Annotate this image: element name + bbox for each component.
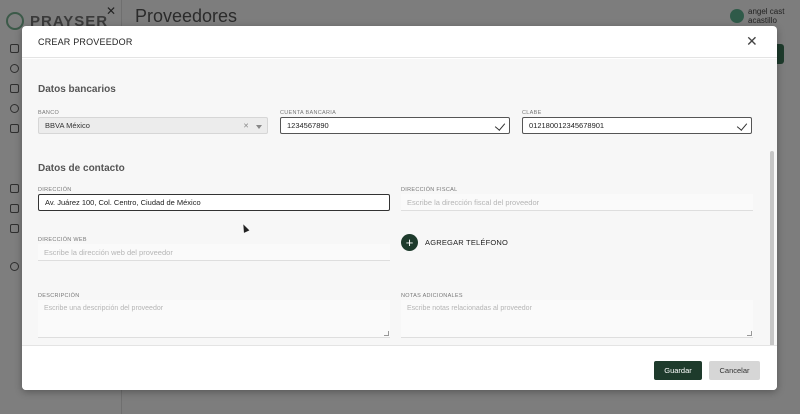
clear-icon[interactable]: ✕ — [243, 122, 249, 130]
plus-icon: + — [401, 234, 418, 251]
modal-header: CREAR PROVEEDOR ✕ — [22, 26, 777, 58]
fiscal-address-placeholder: Escribe la dirección fiscal del proveedo… — [407, 197, 540, 207]
description-placeholder: Escribe una descripción del proveedor — [44, 305, 164, 312]
description-textarea[interactable]: Escribe una descripción del proveedor — [38, 300, 390, 338]
nav-icon[interactable] — [10, 204, 19, 213]
nav-icon[interactable] — [10, 104, 19, 113]
bank-label: BANCO — [38, 110, 60, 116]
resize-handle-icon[interactable] — [747, 331, 752, 336]
settings-icon[interactable] — [10, 262, 19, 271]
bank-select[interactable]: BBVA México ✕ — [38, 117, 268, 134]
account-label: CUENTA BANCARIA — [280, 110, 337, 116]
check-icon — [736, 120, 748, 131]
avatar — [730, 9, 744, 23]
clabe-label: CLABE — [522, 110, 542, 116]
nav-icon[interactable] — [10, 224, 19, 233]
modal-body: Datos bancarios BANCO BBVA México ✕ CUEN… — [22, 59, 777, 345]
check-icon — [494, 120, 506, 131]
address-field[interactable]: Av. Juárez 100, Col. Centro, Ciudad de M… — [38, 194, 390, 211]
notes-placeholder: Escribe notas relacionadas al proveedor — [407, 305, 532, 312]
contact-section-title: Datos de contacto — [38, 163, 125, 174]
description-label: DESCRIPCIÓN — [38, 293, 80, 299]
account-field[interactable]: 1234567890 — [280, 117, 510, 134]
nav-icon[interactable] — [10, 184, 19, 193]
clabe-field[interactable]: 012180012345678901 — [522, 117, 752, 134]
nav-icon[interactable] — [10, 124, 19, 133]
account-value: 1234567890 — [287, 121, 329, 130]
scrollbar[interactable] — [770, 151, 774, 359]
modal-title: CREAR PROVEEDOR — [38, 37, 133, 47]
notes-textarea[interactable]: Escribe notas relacionadas al proveedor — [401, 300, 753, 338]
fiscal-address-label: DIRECCIÓN FISCAL — [401, 187, 458, 193]
resize-handle-icon[interactable] — [384, 331, 389, 336]
cancel-button[interactable]: Cancelar — [709, 361, 760, 380]
save-button[interactable]: Guardar — [654, 361, 702, 380]
web-address-placeholder: Escribe la dirección web del proveedor — [44, 247, 173, 257]
close-icon[interactable]: ✕ — [746, 34, 758, 48]
page-title: Proveedores — [135, 6, 238, 26]
add-phone-label: AGREGAR TELÉFONO — [425, 238, 509, 247]
clabe-value: 012180012345678901 — [529, 121, 605, 130]
address-label: DIRECCIÓN — [38, 187, 72, 193]
modal-footer: Guardar Cancelar — [22, 345, 777, 390]
user-handle: acastillo — [748, 16, 777, 25]
bank-select-value: BBVA México — [45, 121, 90, 130]
web-address-label: DIRECCIÓN WEB — [38, 237, 87, 243]
sidebar-close-icon[interactable]: ✕ — [106, 4, 116, 18]
create-provider-modal: CREAR PROVEEDOR ✕ Datos bancarios BANCO … — [22, 26, 777, 390]
user-menu[interactable]: angel cast acastillo — [730, 7, 784, 25]
nav-icon[interactable] — [10, 84, 19, 93]
dashboard-icon[interactable] — [10, 44, 19, 53]
chevron-down-icon[interactable] — [256, 125, 262, 129]
notes-label: NOTAS ADICIONALES — [401, 293, 463, 299]
address-value: Av. Juárez 100, Col. Centro, Ciudad de M… — [45, 198, 201, 207]
fiscal-address-field[interactable]: Escribe la dirección fiscal del proveedo… — [401, 194, 753, 211]
bank-section-title: Datos bancarios — [38, 84, 116, 95]
nav-icon[interactable] — [10, 64, 19, 73]
web-address-field[interactable]: Escribe la dirección web del proveedor — [38, 244, 390, 261]
add-phone-button[interactable]: + AGREGAR TELÉFONO — [401, 234, 508, 251]
user-name: angel cast — [748, 7, 785, 16]
